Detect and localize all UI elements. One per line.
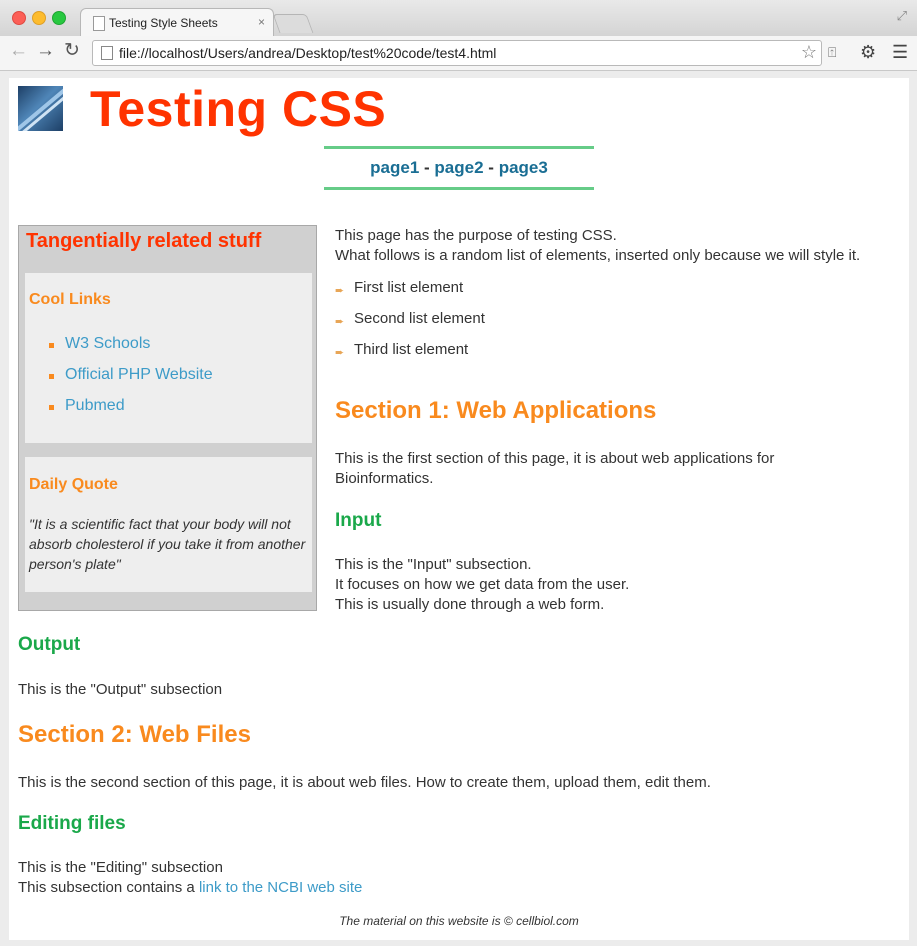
back-icon[interactable]: ← <box>9 41 28 61</box>
output-title: Output <box>18 634 81 655</box>
arrow-bullet-icon: ➨ <box>335 285 345 297</box>
address-url[interactable]: file://localhost/Users/andrea/Desktop/te… <box>119 45 496 61</box>
intro-line-2: What follows is a random list of element… <box>335 247 861 264</box>
list-item-label: First list element <box>354 279 464 296</box>
page-icon <box>93 16 105 31</box>
new-tab-button[interactable] <box>272 14 314 33</box>
top-navigation: page1 - page2 - page3 <box>324 146 594 190</box>
output-text: This is the "Output" subsection <box>18 681 223 698</box>
list-item: ➨ Second list element <box>335 309 905 340</box>
nav-link-page1[interactable]: page1 <box>370 158 419 177</box>
page-title: Testing CSS <box>90 81 387 137</box>
list-item: W3 Schools <box>49 335 213 366</box>
arrow-bullet-icon: ➨ <box>335 347 345 359</box>
list-item-label: Second list element <box>354 310 485 327</box>
nav-separator: - <box>488 158 494 177</box>
intro-text: This page has the purpose of testing CSS… <box>335 226 905 266</box>
input-text: This is the "Input" subsection. It focus… <box>335 555 895 615</box>
input-title: Input <box>335 510 382 531</box>
section1-text: This is the first section of this page, … <box>335 450 775 487</box>
nav-separator: - <box>424 158 430 177</box>
intro-line-1: This page has the purpose of testing CSS… <box>335 227 617 244</box>
daily-quote-box: Daily Quote "It is a scientific fact tha… <box>25 457 312 592</box>
input-line-1: This is the "Input" subsection. <box>335 556 532 573</box>
input-line-3: This is usually done through a web form. <box>335 596 605 613</box>
section1-title: Section 1: Web Applications <box>335 397 657 424</box>
menu-icon[interactable]: ☰ <box>892 42 908 63</box>
close-window-button[interactable] <box>12 11 26 25</box>
ncbi-link[interactable]: link to the NCBI web site <box>199 879 362 896</box>
nav-link-page3[interactable]: page3 <box>499 158 548 177</box>
cool-links-list: W3 Schools Official PHP Website Pubmed <box>49 335 213 428</box>
link-pubmed[interactable]: Pubmed <box>65 397 125 414</box>
forward-icon[interactable]: → <box>36 41 55 61</box>
list-item-label: Third list element <box>354 341 469 358</box>
daily-quote-text: "It is a scientific fact that your body … <box>29 516 306 572</box>
minimize-window-button[interactable] <box>32 11 46 25</box>
editing-line-2-prefix: This subsection contains a <box>18 879 195 896</box>
page-viewport: Testing CSS page1 - page2 - page3 Tangen… <box>9 78 909 940</box>
tab-close-icon[interactable]: × <box>258 15 265 29</box>
file-icon <box>101 46 113 60</box>
list-item: ➨ First list element <box>335 278 905 309</box>
sidebar: Tangentially related stuff Cool Links W3… <box>18 225 317 611</box>
reload-icon[interactable]: ↻ <box>64 41 80 61</box>
section2-title: Section 2: Web Files <box>18 721 251 748</box>
star-icon[interactable]: ☆ <box>801 42 817 63</box>
address-bar[interactable]: file://localhost/Users/andrea/Desktop/te… <box>92 40 822 66</box>
sidebar-title: Tangentially related stuff <box>26 230 262 252</box>
list-item: ➨ Third list element <box>335 340 905 371</box>
arrow-bullet-icon: ➨ <box>335 316 345 328</box>
list-item: Pubmed <box>49 397 213 428</box>
list-item: Official PHP Website <box>49 366 213 397</box>
editing-text: This is the "Editing" subsection This su… <box>18 858 898 898</box>
input-line-2: It focuses on how we get data from the u… <box>335 576 630 593</box>
main-content: This page has the purpose of testing CSS… <box>335 226 905 371</box>
window-titlebar: Testing Style Sheets × ⤢ <box>0 0 917 37</box>
extension-icon[interactable]: ⍐ <box>828 44 836 61</box>
dna-logo <box>18 86 63 131</box>
gear-icon[interactable]: ⚙ <box>860 42 876 63</box>
cool-links-heading: Cool Links <box>29 291 111 308</box>
editing-line-1: This is the "Editing" subsection <box>18 859 223 876</box>
element-list: ➨ First list element ➨ Second list element… <box>335 278 905 371</box>
footer-text: The material on this website is © cellbi… <box>339 914 579 928</box>
section2-text: This is the second section of this page,… <box>18 774 711 791</box>
daily-quote-heading: Daily Quote <box>29 476 118 493</box>
fullscreen-icon[interactable]: ⤢ <box>897 8 907 24</box>
editing-title: Editing files <box>18 813 126 834</box>
browser-tab[interactable]: Testing Style Sheets × <box>80 8 274 37</box>
tab-title: Testing Style Sheets <box>109 16 218 30</box>
cool-links-box: Cool Links W3 Schools Official PHP Websi… <box>25 273 312 443</box>
maximize-window-button[interactable] <box>52 11 66 25</box>
nav-link-page2[interactable]: page2 <box>434 158 483 177</box>
link-php-website[interactable]: Official PHP Website <box>65 366 213 383</box>
browser-toolbar: ← → ↻ file://localhost/Users/andrea/Desk… <box>0 36 917 71</box>
link-w3schools[interactable]: W3 Schools <box>65 335 150 352</box>
